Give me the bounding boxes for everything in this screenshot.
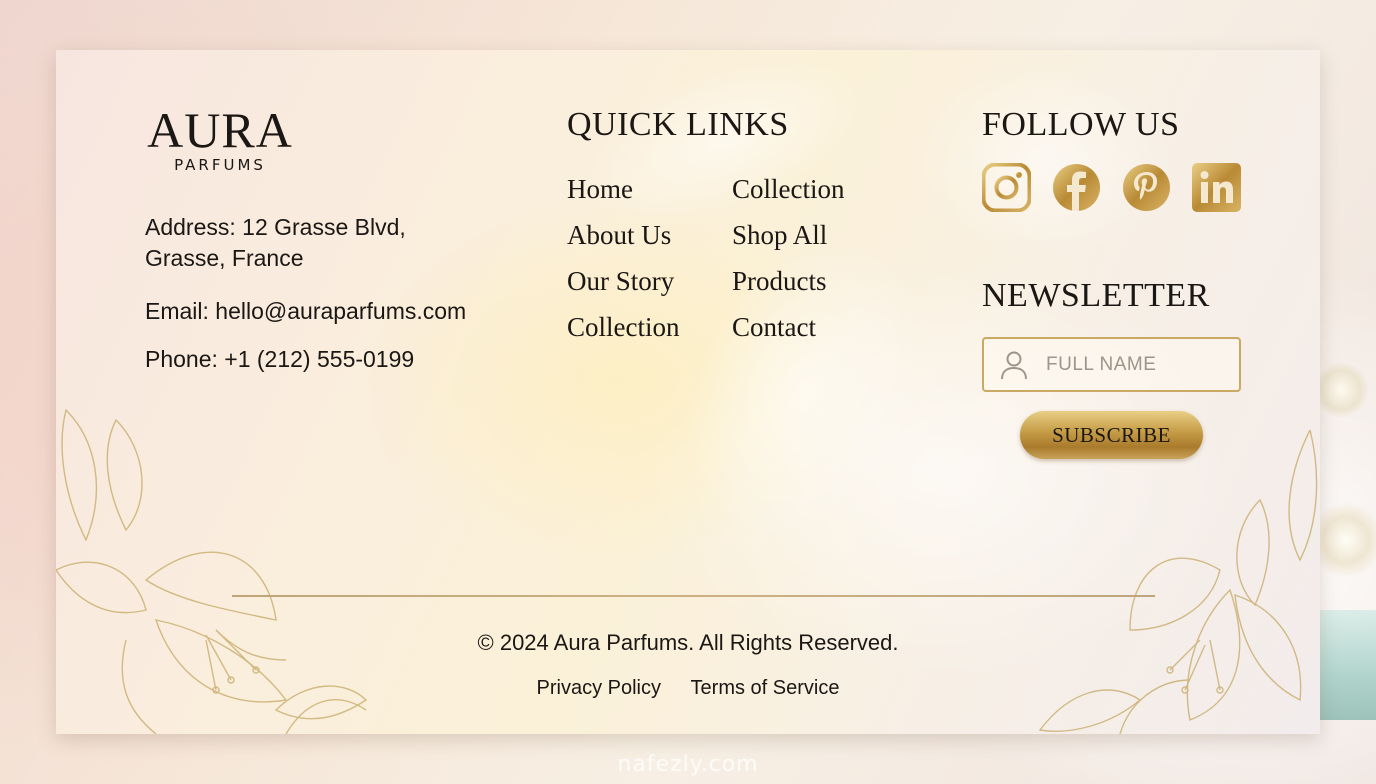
link-about-us[interactable]: About Us — [567, 212, 679, 258]
link-our-story[interactable]: Our Story — [567, 258, 679, 304]
terms-of-service-link[interactable]: Terms of Service — [691, 677, 840, 699]
facebook-icon[interactable] — [1052, 163, 1101, 212]
full-name-field[interactable] — [982, 337, 1241, 392]
legal-links: Privacy Policy Terms of Service — [56, 677, 1320, 700]
privacy-policy-link[interactable]: Privacy Policy — [537, 677, 661, 699]
contact-address: Address: 12 Grasse Blvd, Grasse, France — [145, 214, 406, 271]
full-name-input[interactable] — [1046, 353, 1226, 376]
link-home[interactable]: Home — [567, 166, 679, 212]
user-icon — [1001, 351, 1027, 379]
watermark: nafezly.com — [617, 752, 759, 777]
logo-subtitle: PARFUMS — [174, 156, 266, 174]
footer-divider — [232, 595, 1155, 597]
copyright-text: © 2024 Aura Parfums. All Rights Reserved… — [477, 630, 899, 655]
link-products[interactable]: Products — [732, 258, 844, 304]
social-icons — [982, 163, 1241, 212]
footer-panel: AURA PARFUMS Address: 12 Grasse Blvd, Gr… — [56, 50, 1320, 734]
quick-links-heading: QUICK LINKS — [567, 106, 789, 143]
brand-logo[interactable]: AURA PARFUMS — [145, 102, 295, 174]
link-collection-2[interactable]: Collection — [732, 166, 844, 212]
pinterest-icon[interactable] — [1122, 163, 1171, 212]
quick-links-column-1: Home About Us Our Story Collection — [567, 166, 679, 350]
link-shop-all[interactable]: Shop All — [732, 212, 844, 258]
logo-wordmark: AURA — [147, 102, 293, 158]
linkedin-icon[interactable] — [1192, 163, 1241, 212]
subscribe-button[interactable]: SUBSCRIBE — [1020, 411, 1203, 459]
contact-phone[interactable]: Phone: +1 (212) 555-0199 — [145, 344, 414, 375]
instagram-icon[interactable] — [982, 163, 1031, 212]
smoke-wisp — [916, 60, 1176, 260]
link-collection[interactable]: Collection — [567, 304, 679, 350]
quick-links-column-2: Collection Shop All Products Contact — [732, 166, 844, 350]
follow-us-heading: FOLLOW US — [982, 106, 1180, 143]
newsletter-heading: NEWSLETTER — [982, 277, 1210, 314]
link-contact[interactable]: Contact — [732, 304, 844, 350]
contact-email[interactable]: Email: hello@auraparfums.com — [145, 296, 466, 327]
